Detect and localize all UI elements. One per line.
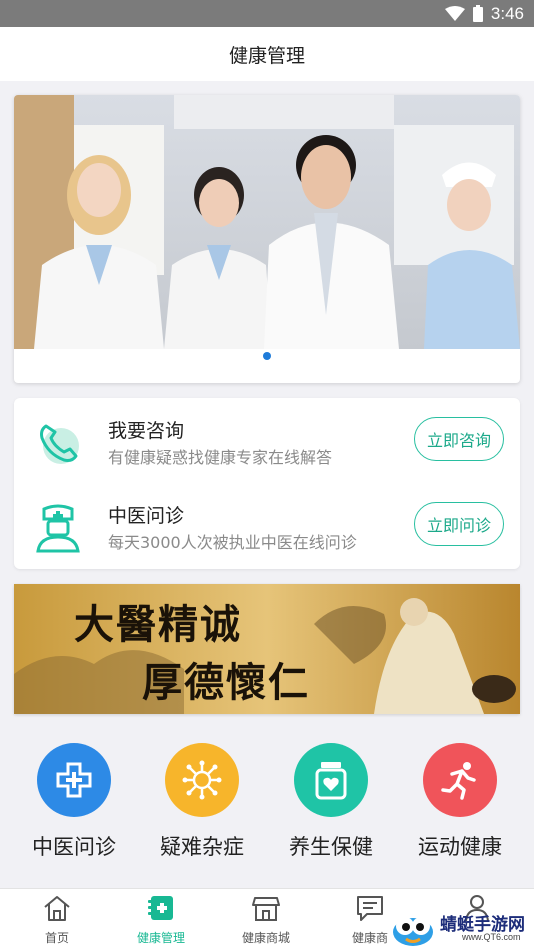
home-icon xyxy=(44,896,70,921)
status-time: 3:46 xyxy=(490,3,524,23)
calligraphy-line-2: 厚德懷仁 xyxy=(142,659,310,706)
nav-home[interactable]: 首页 xyxy=(4,893,110,946)
virus-icon xyxy=(165,743,239,817)
category-wellness[interactable]: 养生保健 xyxy=(267,740,395,861)
category-grid: 中医问诊 疑难杂症 养生保健 运动健康 xyxy=(0,740,534,860)
category-label: 中医问诊 xyxy=(32,835,116,859)
consult-title: 我要咨询 xyxy=(108,420,185,442)
category-label: 养生保健 xyxy=(289,835,373,859)
health-jar-icon xyxy=(294,743,368,817)
chat-icon xyxy=(357,896,383,921)
nav-health-management-label: 健康管理 xyxy=(136,931,185,945)
page-title: 健康管理 xyxy=(228,44,305,67)
store-icon xyxy=(252,897,280,921)
doctors-banner-image[interactable] xyxy=(14,95,520,349)
category-label: 疑难杂症 xyxy=(160,835,244,859)
service-row-consult[interactable]: 我要咨询 有健康疑惑找健康专家在线解答 立即咨询 xyxy=(14,398,520,483)
watermark-url: www.QT6.com xyxy=(462,932,521,942)
category-label: 运动健康 xyxy=(418,835,502,859)
consult-now-button[interactable]: 立即咨询 xyxy=(414,417,504,461)
calligraphy-banner[interactable]: 大醫精诚 厚德懷仁 xyxy=(14,584,520,714)
medical-cross-icon xyxy=(37,743,111,817)
wifi-icon xyxy=(444,5,465,21)
nav-home-label: 首页 xyxy=(44,931,69,945)
phone-consult-icon xyxy=(40,424,79,464)
nav-health-store[interactable]: 健康商城 xyxy=(213,893,319,946)
consult-subtitle: 有健康疑惑找健康专家在线解答 xyxy=(108,448,333,467)
tcm-subtitle: 每天3000人次被执业中医在线问诊 xyxy=(108,533,357,552)
category-difficult[interactable]: 疑难杂症 xyxy=(138,740,266,861)
site-watermark: 蜻蜓手游网 www.QT6.com xyxy=(388,906,534,949)
carousel-indicator-dot[interactable] xyxy=(263,352,271,360)
battery-icon xyxy=(472,5,483,22)
nav-health-store-label: 健康商城 xyxy=(241,931,290,945)
service-row-tcm[interactable]: 中医问诊 每天3000人次被执业中医在线问诊 立即问诊 xyxy=(14,483,520,568)
banner-carousel[interactable] xyxy=(14,95,520,383)
health-card-icon xyxy=(148,896,173,920)
dragonfly-logo-icon xyxy=(393,917,433,946)
nurse-icon xyxy=(36,504,80,553)
service-card: 我要咨询 有健康疑惑找健康专家在线解答 立即咨询 中医问诊 每天3000人次被执… xyxy=(14,398,520,569)
nav-health-management[interactable]: 健康管理 xyxy=(108,893,214,946)
status-bar: 3:46 xyxy=(0,0,534,27)
category-tcm[interactable]: 中医问诊 xyxy=(10,740,138,861)
running-icon xyxy=(423,743,497,817)
tcm-title: 中医问诊 xyxy=(108,505,185,527)
calligraphy-line-1: 大醫精诚 xyxy=(74,601,242,648)
category-sport[interactable]: 运动健康 xyxy=(396,740,524,861)
header-bar: 健康管理 xyxy=(0,27,534,81)
inquire-now-button[interactable]: 立即问诊 xyxy=(414,502,504,546)
